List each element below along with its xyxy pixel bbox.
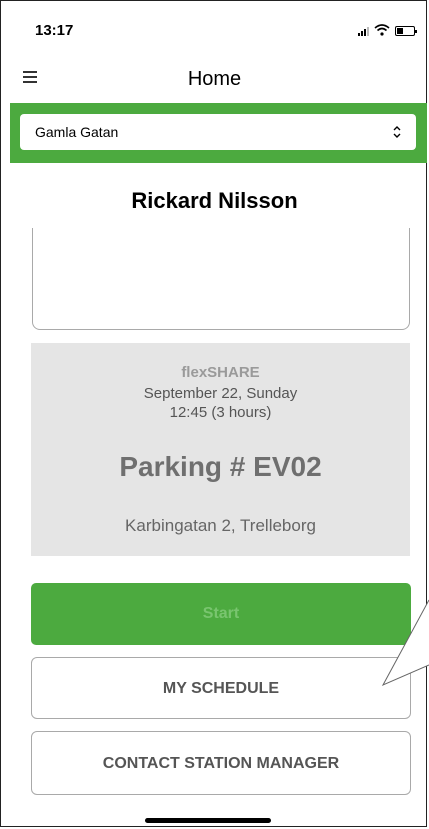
booking-address: Karbingatan 2, Trelleborg: [125, 516, 316, 535]
chevron-up-down-icon: [393, 126, 401, 138]
start-button[interactable]: Start: [31, 583, 411, 645]
booking-provider: flexSHARE: [181, 364, 260, 381]
my-schedule-button[interactable]: MY SCHEDULE: [31, 657, 411, 719]
status-bar: 13:17: [0, 0, 429, 56]
location-select-value: Gamla Gatan: [35, 124, 119, 140]
booking-card: flexSHARE September 22, Sunday 12:45 (3 …: [31, 343, 410, 556]
location-select[interactable]: Gamla Gatan: [20, 114, 416, 150]
booking-time: 12:45 (3 hours): [169, 404, 272, 421]
page-title: Home: [187, 68, 242, 90]
battery-icon: [395, 26, 417, 36]
message-box[interactable]: [32, 228, 410, 330]
signal-icon: [358, 26, 369, 36]
contact-station-manager-button[interactable]: CONTACT STATION MANAGER: [31, 731, 411, 795]
home-indicator: [145, 818, 271, 823]
wifi-icon: [374, 24, 390, 36]
status-time: 13:17: [35, 22, 74, 39]
booking-parking: Parking # EV02: [119, 451, 322, 482]
nav-bar: Home: [0, 60, 429, 100]
user-name: Rickard Nilsson: [131, 188, 298, 213]
status-icons: [358, 24, 417, 36]
booking-date: September 22, Sunday: [143, 385, 298, 402]
